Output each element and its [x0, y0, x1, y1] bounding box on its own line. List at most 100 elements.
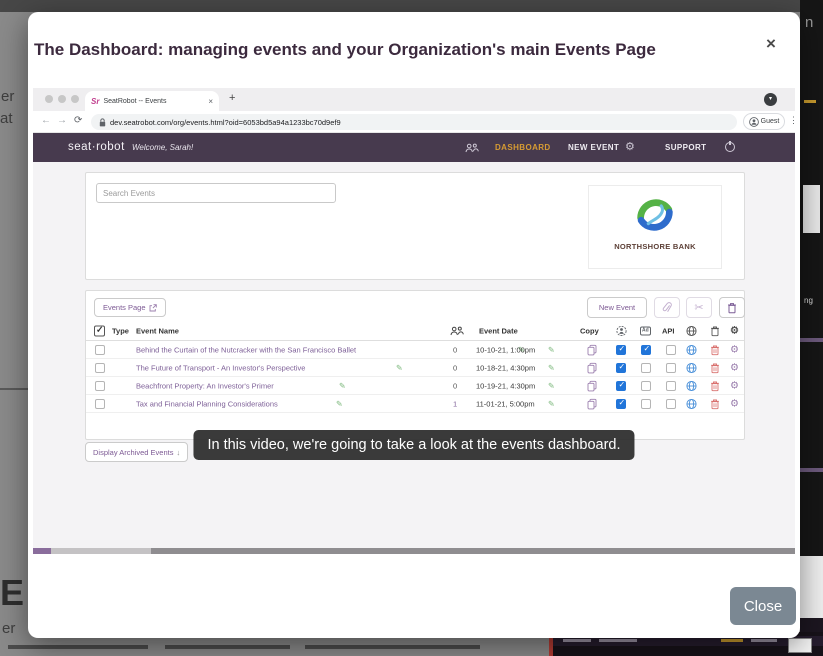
- reload-icon[interactable]: ⟳: [74, 115, 82, 126]
- extension-icon[interactable]: ▾: [764, 93, 777, 106]
- seatrobot-logo[interactable]: seat·robot: [68, 141, 125, 153]
- event-date: 10-10-21, 1:00pm: [476, 345, 535, 354]
- backdrop-fragment: er: [1, 88, 14, 105]
- globe-icon[interactable]: [686, 362, 697, 373]
- row-checkbox[interactable]: [95, 399, 105, 409]
- video-progress-remaining[interactable]: [151, 548, 795, 554]
- podcast-checkbox[interactable]: [616, 345, 626, 355]
- podcast-checkbox[interactable]: [616, 363, 626, 373]
- scissors-icon: ✂: [694, 301, 703, 314]
- edit-icon[interactable]: ✎: [548, 381, 555, 390]
- trash-icon[interactable]: [710, 380, 720, 391]
- screen: ng n er at E er The Dashboard: managing …: [0, 0, 823, 656]
- nav-item-new-event[interactable]: NEW EVENT: [568, 143, 619, 152]
- event-row: The Future of Transport - An Investor's …: [86, 359, 744, 377]
- select-all-checkbox[interactable]: [94, 325, 105, 336]
- event-name-link[interactable]: The Future of Transport - An Investor's …: [136, 363, 305, 372]
- event-date: 10-18-21, 4:30pm: [476, 363, 535, 372]
- delete-button[interactable]: [719, 297, 745, 318]
- events-card: Events Page New Event ✂: [85, 290, 745, 440]
- attendees-icon[interactable]: [465, 143, 479, 153]
- settings-gear-icon[interactable]: ⚙: [730, 362, 739, 373]
- api-checkbox[interactable]: [666, 345, 676, 355]
- video-modal: The Dashboard: managing events and your …: [28, 12, 800, 638]
- browser-tab[interactable]: Sr SeatRobot -- Events ×: [85, 91, 219, 111]
- video-progress-buffered[interactable]: [51, 548, 151, 554]
- event-name-link[interactable]: Behind the Curtain of the Nutcracker wit…: [136, 345, 356, 354]
- close-button[interactable]: Close: [730, 587, 796, 625]
- forward-icon[interactable]: →: [57, 115, 67, 126]
- lock-icon: [99, 118, 106, 127]
- api-checkbox[interactable]: [666, 363, 676, 373]
- tab-close-icon[interactable]: ×: [208, 97, 213, 106]
- settings-gear-icon[interactable]: ⚙: [730, 380, 739, 391]
- edit-icon[interactable]: ✎: [548, 399, 555, 408]
- row-checkbox[interactable]: [95, 381, 105, 391]
- cut-button[interactable]: ✂: [686, 297, 712, 318]
- backdrop-sliver: [800, 338, 823, 342]
- edit-icon[interactable]: ✎: [396, 363, 403, 372]
- new-event-button[interactable]: New Event: [587, 297, 647, 318]
- logout-power-icon[interactable]: [725, 142, 735, 152]
- guest-profile-button[interactable]: Guest: [743, 113, 785, 130]
- backdrop-fragment: er: [2, 620, 15, 637]
- header-type: Type: [112, 326, 129, 335]
- ad-checkbox[interactable]: [641, 381, 651, 391]
- browser-toolbar: ← → ⟳ dev.seatrobot.com/org/events.html?…: [33, 111, 795, 133]
- nav-item-support[interactable]: SUPPORT: [665, 143, 706, 152]
- nav-item-dashboard[interactable]: DASHBOARD: [495, 143, 551, 152]
- copy-icon[interactable]: [587, 380, 597, 391]
- copy-icon[interactable]: [587, 344, 597, 355]
- copy-icon[interactable]: [587, 362, 597, 373]
- backdrop-mini-button: [788, 638, 812, 653]
- backdrop-fragment: E: [0, 572, 24, 614]
- settings-gear-icon[interactable]: ⚙: [625, 140, 635, 153]
- trash-icon[interactable]: [710, 362, 720, 373]
- api-checkbox[interactable]: [666, 399, 676, 409]
- browser-menu-icon[interactable]: ⋮: [789, 115, 795, 126]
- backdrop-frag-text: ng: [804, 296, 813, 305]
- event-name-link[interactable]: Tax and Financial Planning Consideration…: [136, 399, 278, 408]
- trash-icon[interactable]: [710, 398, 720, 409]
- edit-icon[interactable]: ✎: [548, 363, 555, 372]
- globe-icon[interactable]: [686, 380, 697, 391]
- modal-close-icon[interactable]: ×: [766, 34, 776, 54]
- edit-icon[interactable]: ✎: [548, 345, 555, 354]
- org-logo-box: NORTHSHORE BANK: [588, 185, 722, 269]
- globe-icon[interactable]: [686, 398, 697, 409]
- event-date: 11-01-21, 5:00pm: [476, 399, 535, 408]
- podcast-checkbox[interactable]: [616, 399, 626, 409]
- ad-checkbox[interactable]: [641, 363, 651, 373]
- row-checkbox[interactable]: [95, 363, 105, 373]
- back-icon[interactable]: ←: [41, 115, 51, 126]
- browser-tab-strip: Sr SeatRobot -- Events × + ▾: [33, 88, 795, 111]
- new-tab-button[interactable]: +: [229, 92, 235, 104]
- event-row: Tax and Financial Planning Consideration…: [86, 395, 744, 413]
- settings-gear-icon[interactable]: ⚙: [730, 344, 739, 355]
- archive-arrow-icon: ↓: [176, 448, 180, 457]
- attach-button[interactable]: [654, 297, 680, 318]
- ad-checkbox[interactable]: [641, 399, 651, 409]
- ad-checkbox[interactable]: [641, 345, 651, 355]
- address-bar[interactable]: dev.seatrobot.com/org/events.html?oid=60…: [91, 114, 737, 130]
- edit-icon[interactable]: ✎: [339, 381, 346, 390]
- events-page-button[interactable]: Events Page: [94, 298, 166, 317]
- paperclip-icon: [662, 302, 672, 314]
- api-checkbox[interactable]: [666, 381, 676, 391]
- podcast-checkbox[interactable]: [616, 381, 626, 391]
- video-progress-played[interactable]: [33, 548, 51, 554]
- tab-title: SeatRobot -- Events: [103, 98, 204, 105]
- table-header: Type Event Name Event Date Copy Ad API: [86, 321, 744, 341]
- backdrop-light-gap: [800, 556, 823, 618]
- search-events-input[interactable]: [96, 183, 336, 203]
- globe-icon[interactable]: [686, 344, 697, 355]
- backdrop-fragment: at: [0, 110, 13, 127]
- display-archived-events-button[interactable]: Display Archived Events ↓: [85, 442, 188, 462]
- copy-icon[interactable]: [587, 398, 597, 409]
- settings-gear-icon[interactable]: ⚙: [730, 398, 739, 409]
- trash-icon[interactable]: [710, 344, 720, 355]
- tutorial-video[interactable]: Sr SeatRobot -- Events × + ▾ ← → ⟳ dev.s…: [33, 88, 795, 554]
- edit-icon[interactable]: ✎: [336, 399, 343, 408]
- event-name-link[interactable]: Beachfront Property: An Investor's Prime…: [136, 381, 274, 390]
- row-checkbox[interactable]: [95, 345, 105, 355]
